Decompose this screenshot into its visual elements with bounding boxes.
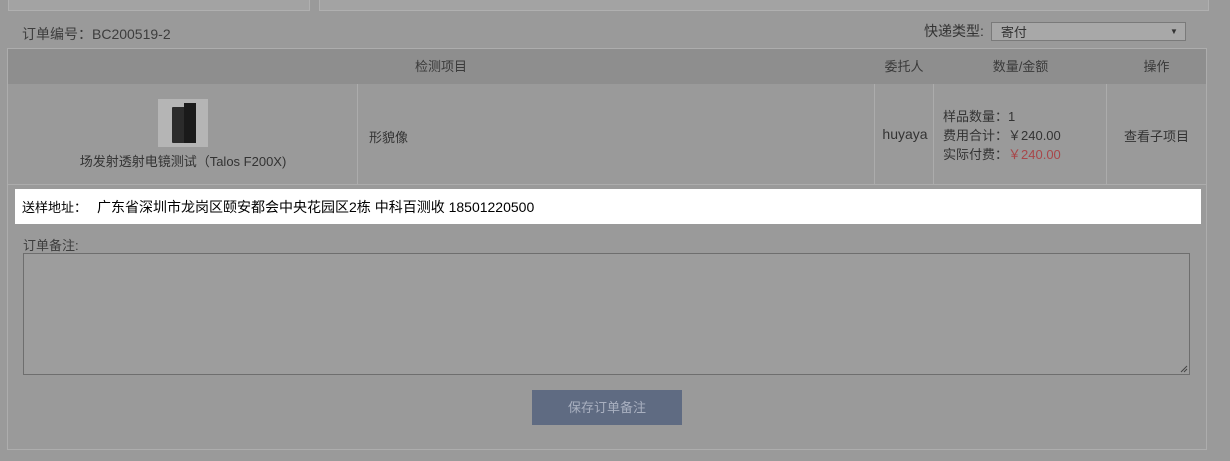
shipping-address-label: 送样地址： <box>22 200 88 215</box>
actual-fee: 实际付费：￥240.00 <box>943 145 1061 164</box>
header-action: 操作 <box>1143 59 1170 74</box>
express-type-value: 寄付 <box>1000 24 1027 40</box>
express-type-select[interactable]: 寄付 ▼ <box>990 21 1186 41</box>
actual-fee-value: ￥240.00 <box>1008 147 1061 162</box>
express-type: 快递类型: 寄付 ▼ <box>924 21 1186 41</box>
shipping-address-bar: 送样地址： 广东省深圳市龙岗区颐安都会中央花园区2栋 中科百测收 1850122… <box>15 189 1201 224</box>
header-client: 委托人 <box>884 59 924 74</box>
chevron-down-icon: ▼ <box>1169 26 1178 36</box>
header-test-item: 检测项目 <box>414 59 467 74</box>
resize-handle-icon[interactable] <box>1180 365 1188 373</box>
table-header: 检测项目 委托人 数量/金额 操作 <box>8 49 1206 84</box>
test-item-name: 形貌像 <box>369 130 409 145</box>
shipping-address-value: 广东省深圳市龙岗区颐安都会中央花园区2栋 中科百测收 18501220500 <box>97 198 535 215</box>
actual-fee-label: 实际付费： <box>943 147 1009 162</box>
remark-label: 订单备注: <box>23 238 79 253</box>
header-qty-amount: 数量/金额 <box>992 59 1049 74</box>
order-number: 订单编号：BC200519-2 <box>22 26 171 42</box>
top-right-panel <box>319 0 1209 11</box>
view-subitems-link[interactable]: 查看子项目 <box>1107 126 1206 145</box>
remark-textarea[interactable] <box>23 253 1190 375</box>
column-divider <box>874 84 875 184</box>
fee-total: 费用合计：￥240.00 <box>943 128 1061 143</box>
top-left-panel <box>8 0 310 11</box>
product-name: 场发射透射电镜测试（Talos F200X) <box>79 154 287 169</box>
client-name: huyaya <box>882 126 928 142</box>
express-type-label: 快递类型: <box>924 23 984 39</box>
save-remark-button[interactable]: 保存订单备注 <box>532 390 682 425</box>
product-image <box>158 99 208 147</box>
sample-quantity: 样品数量：1 <box>943 109 1016 124</box>
qty-amount-cell: 样品数量：1 费用合计：￥240.00 实际付费：￥240.00 <box>943 107 1061 164</box>
